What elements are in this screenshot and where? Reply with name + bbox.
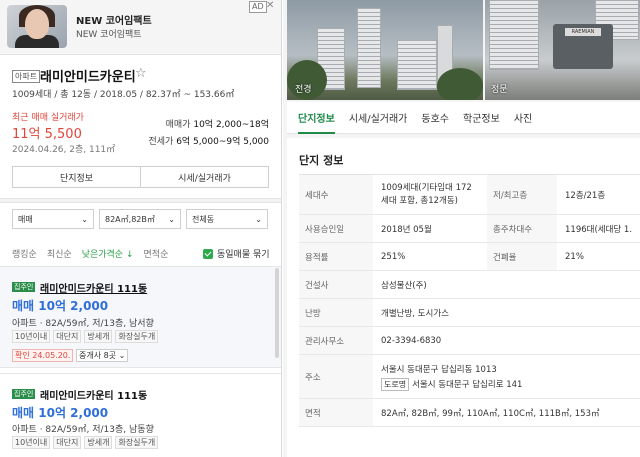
listing-features: 10년이내 대단지 방세개 화장실두개 (12, 436, 161, 449)
complex-info-button[interactable]: 단지정보 (13, 167, 140, 187)
row-value: 1009세대(기타임대 172세대 포함, 총12개동) (381, 182, 472, 206)
dong-select[interactable]: 전체동 ⌄ (186, 209, 268, 229)
checkbox-checked-icon (203, 248, 213, 259)
gate-sign: RAEMIAN (565, 28, 601, 36)
listing-name[interactable]: 래미안미드카운티 111동 (40, 280, 147, 295)
address-road: 서울시 동대문구 답십리로 141 (412, 380, 523, 390)
agents-dropdown[interactable]: 중개사 8곳 ⌄ (76, 349, 129, 362)
listing-name[interactable]: 래미안미드카운티 111동 (40, 387, 147, 402)
row-label: 관리사무소 (299, 327, 373, 354)
property-type-tag: 아파트 (12, 70, 41, 83)
listing-desc: 아파트 · 82A/59㎡, 저/13층, 남동향 (12, 425, 154, 435)
ad-banner[interactable]: NEW 코어임팩트 NEW 코어임팩트 AD ✕ (0, 0, 281, 55)
row-value: 251% (381, 251, 406, 262)
row-value: 12층/21층 (565, 190, 606, 201)
table-row: 난방 개별난방, 도시가스 (299, 299, 640, 327)
row-label: 세대수 (299, 175, 373, 214)
listing-price: 매매 10억 2,000 (12, 299, 109, 313)
complex-meta: 1009세대 / 총 12동 / 2018.05 / 82.37㎡ ~ 153.… (12, 90, 235, 100)
table-row: 면적 82A㎡, 82B㎡, 99㎡, 110A㎡, 110C㎡, 111B㎡,… (299, 399, 640, 427)
area-select[interactable]: 82A㎡,82B㎡ ⌄ (99, 209, 181, 229)
section-title: 단지 정보 (299, 154, 344, 167)
recent-price-label: 최근 매매 실거래가 (12, 113, 84, 123)
owner-tag: 집주인 (12, 282, 36, 292)
row-value[interactable]: 02-3394-6830 (373, 327, 640, 354)
row-value: 개별난방, 도시가스 (381, 308, 449, 319)
table-row: 용적률 251% 건폐율 21% (299, 243, 640, 271)
row-label: 난방 (299, 299, 373, 326)
photo-exterior[interactable]: 전경 (287, 0, 483, 100)
verified-badge: 확인 24.05.20. (12, 349, 74, 362)
photo-label: 정문 (491, 85, 508, 95)
address-lot: 서울시 동대문구 답십리동 1013 (381, 364, 497, 375)
table-row: 관리사무소 02-3394-6830 (299, 327, 640, 355)
road-address-tag: 도로명 (381, 377, 410, 391)
listing-price: 매매 10억 2,000 (12, 406, 109, 420)
chevron-down-icon: ⌄ (81, 214, 88, 224)
recent-price-date: 2024.04.26, 2층, 111㎡ (12, 145, 116, 155)
tab-school[interactable]: 학군정보 (463, 102, 500, 134)
ad-title[interactable]: NEW 코어임팩트 (76, 12, 152, 27)
listing-panel: NEW 코어임팩트 NEW 코어임팩트 AD ✕ 아파트 래미안미드카운티 ☆ … (0, 0, 282, 457)
ad-image[interactable] (7, 5, 67, 48)
row-value: 1196대(세대당 1. (565, 224, 633, 235)
row-label: 총주차대수 (487, 215, 557, 242)
table-row: 건설사 삼성물산(주) (299, 271, 640, 299)
row-value: 82A㎡, 82B㎡, 99㎡, 110A㎡, 110C㎡, 111B㎡, 15… (381, 408, 600, 419)
table-row: 세대수 1009세대(기타임대 172세대 포함, 총12개동) 저/최고층 1… (299, 175, 640, 215)
complex-info-card: 단지 정보 세대수 1009세대(기타임대 172세대 포함, 총12개동) 저… (287, 138, 640, 457)
tab-photos[interactable]: 사진 (514, 102, 532, 134)
row-value: 21% (565, 251, 584, 262)
jeonse-price-range: 전세가 6억 5,000~9억 5,000 (148, 137, 269, 147)
listing-desc: 아파트 · 82A/59㎡, 저/13층, 남서향 (12, 319, 154, 329)
complex-name: 래미안미드카운티 (40, 70, 136, 85)
tab-price[interactable]: 시세/실거래가 (349, 102, 408, 134)
complex-info-table: 세대수 1009세대(기타임대 172세대 포함, 총12개동) 저/최고층 1… (299, 174, 640, 427)
recent-price: 11억 5,500 (12, 127, 82, 142)
chevron-down-icon: ⌄ (168, 214, 175, 224)
photo-label: 전경 (295, 85, 312, 95)
row-value: 2018년 05월 (381, 224, 432, 235)
row-label: 사용승인일 (299, 215, 373, 242)
sale-price-range: 매매가 10억 2,000~18억 (165, 120, 269, 130)
listing-features: 10년이내 대단지 방세개 화장실두개 (12, 330, 161, 343)
arrow-down-icon: ↓ (125, 250, 134, 260)
table-row: 사용승인일 2018년 05월 총주차대수 1196대(세대당 1. (299, 215, 640, 243)
group-same-listings-checkbox[interactable]: 동일매물 묶기 (203, 247, 270, 260)
star-icon[interactable]: ☆ (135, 66, 147, 81)
owner-tag: 집주인 (12, 389, 36, 399)
price-history-button[interactable]: 시세/실거래가 (140, 167, 268, 187)
sort-latest[interactable]: 최신순 (47, 247, 72, 260)
chevron-down-icon: ⌄ (118, 351, 126, 360)
sort-ranking[interactable]: 랭킹순 (12, 247, 37, 260)
row-label: 용적률 (299, 243, 373, 270)
row-label: 건폐율 (487, 243, 557, 270)
close-icon[interactable]: ✕ (266, 0, 274, 11)
scrollbar[interactable] (275, 268, 279, 358)
divider (0, 198, 281, 203)
address-value: 서울시 동대문구 답십리동 1013 도로명 서울시 동대문구 답십리로 141 (373, 355, 640, 398)
detail-tabs: 단지정보 시세/실거래가 동호수 학군정보 사진 (287, 102, 640, 134)
row-label: 건설사 (299, 271, 373, 298)
row-value: 삼성물산(주) (381, 280, 427, 291)
ad-badge: AD (249, 1, 267, 13)
row-label: 주소 (299, 355, 373, 398)
chevron-down-icon: ⌄ (255, 214, 262, 224)
sort-low-price[interactable]: 낮은가격순 ↓ (82, 247, 134, 260)
ad-subtitle: NEW 코어임팩트 (76, 30, 142, 40)
list-item[interactable]: 집주인 래미안미드카운티 111동 매매 10억 2,000 아파트 · 82A… (0, 374, 281, 457)
row-label: 면적 (299, 399, 373, 426)
list-item[interactable]: 집주인 래미안미드카운티 111동 매매 10억 2,000 아파트 · 82A… (0, 267, 281, 367)
row-label: 저/최고층 (487, 175, 557, 214)
table-row: 주소 서울시 동대문구 답십리동 1013 도로명 서울시 동대문구 답십리로 1… (299, 355, 640, 399)
tab-units[interactable]: 동호수 (421, 102, 449, 134)
sort-area[interactable]: 면적순 (144, 247, 169, 260)
trade-type-select[interactable]: 매매 ⌄ (12, 209, 94, 229)
tab-complex-info[interactable]: 단지정보 (298, 102, 335, 134)
complex-buttons: 단지정보 시세/실거래가 (12, 166, 269, 188)
